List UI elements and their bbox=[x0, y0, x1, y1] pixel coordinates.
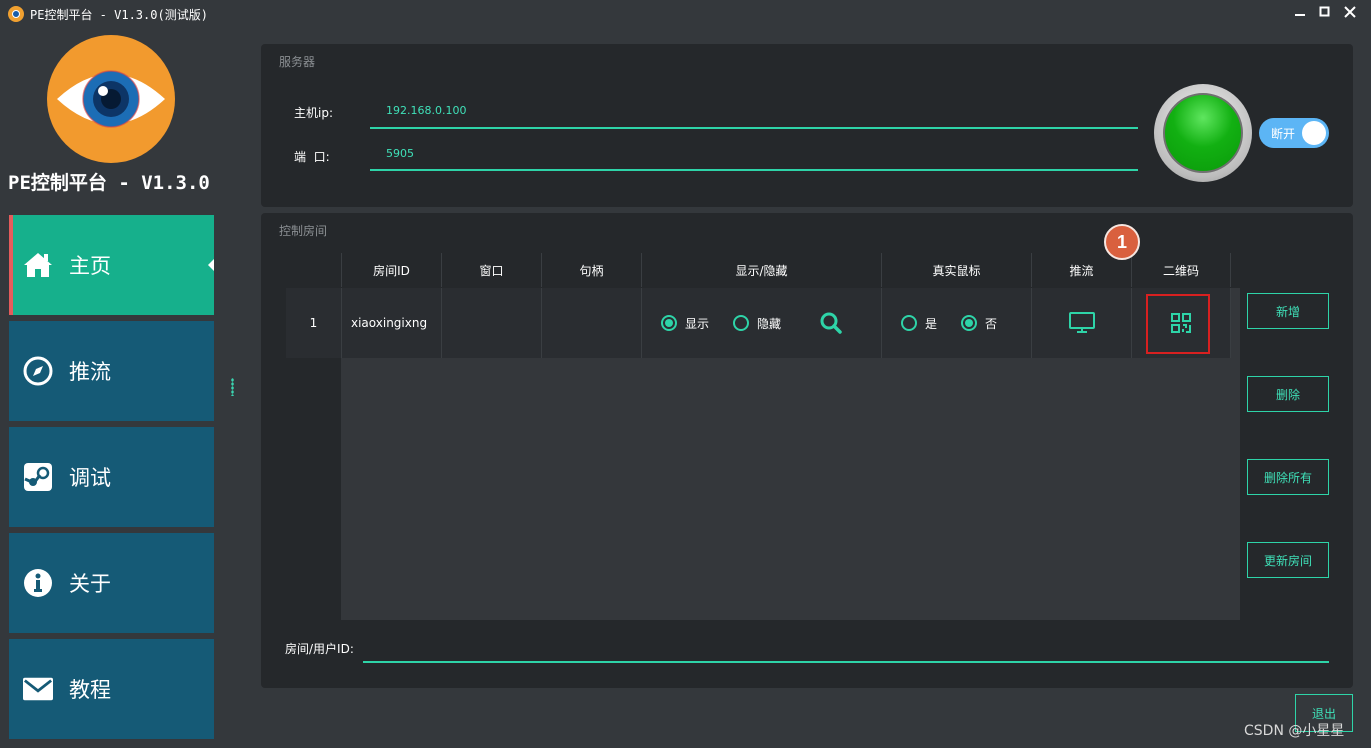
monitor-icon[interactable] bbox=[1068, 312, 1095, 334]
sidebar-item-label: 关于 bbox=[69, 572, 111, 596]
sidebar-item-home[interactable]: 主页 bbox=[9, 215, 214, 315]
column-header-handle: 句柄 bbox=[541, 253, 641, 287]
connection-toggle[interactable]: 断开 bbox=[1259, 118, 1329, 148]
info-icon bbox=[23, 568, 53, 598]
active-indicator bbox=[208, 259, 214, 271]
eye-logo bbox=[47, 35, 175, 163]
close-icon[interactable] bbox=[1340, 4, 1360, 24]
sidebar-item-label: 推流 bbox=[69, 360, 111, 384]
radio-mouse-yes-label: 是 bbox=[925, 316, 938, 331]
annotation-badge: 1 bbox=[1104, 224, 1140, 260]
column-header-real-mouse: 真实鼠标 bbox=[881, 253, 1031, 287]
toggle-knob bbox=[1302, 121, 1326, 145]
radio-mouse-no[interactable] bbox=[961, 315, 978, 331]
radio-mouse-yes[interactable] bbox=[901, 315, 917, 331]
host-label: 主机ip: bbox=[294, 106, 333, 120]
sidebar-item-tutorial[interactable]: 教程 bbox=[9, 639, 214, 739]
user-id-underline bbox=[363, 661, 1329, 663]
user-id-label: 房间/用户ID: bbox=[285, 642, 354, 656]
radio-hide-label: 隐藏 bbox=[757, 316, 782, 331]
eye-icon bbox=[8, 6, 24, 22]
radio-mouse-no-label: 否 bbox=[985, 316, 998, 331]
display-toggle-group: 显示 隐藏 bbox=[641, 288, 881, 358]
window-title: PE控制平台 - V1.3.0(测试版) bbox=[30, 7, 208, 22]
minimize-icon[interactable] bbox=[1290, 4, 1310, 24]
radio-show[interactable] bbox=[661, 315, 677, 331]
sidebar-item-label: 教程 bbox=[69, 678, 111, 702]
delete-all-button[interactable]: 删除所有 bbox=[1247, 459, 1329, 495]
port-input[interactable]: 5905 bbox=[386, 147, 414, 160]
rooms-panel-title: 控制房间 bbox=[279, 224, 328, 238]
stream-cell bbox=[1031, 288, 1131, 358]
brand-title: PE控制平台 - V1.3.0 bbox=[8, 172, 210, 194]
connection-status-light bbox=[1154, 84, 1252, 182]
add-button[interactable]: 新增 bbox=[1247, 293, 1329, 329]
row-index: 1 bbox=[309, 316, 318, 330]
sidebar-item-label: 主页 bbox=[69, 254, 111, 278]
port-label: 端 口: bbox=[294, 150, 330, 164]
home-icon bbox=[23, 250, 53, 280]
splitter-handle[interactable] bbox=[231, 378, 234, 396]
steam-icon bbox=[23, 462, 53, 492]
title-bar: PE控制平台 - V1.3.0(测试版) bbox=[0, 0, 1371, 28]
maximize-icon[interactable] bbox=[1315, 4, 1335, 24]
update-room-button[interactable]: 更新房间 bbox=[1247, 542, 1329, 578]
sidebar-item-debug[interactable]: 调试 bbox=[9, 427, 214, 527]
sidebar-item-about[interactable]: 关于 bbox=[9, 533, 214, 633]
row-window bbox=[441, 288, 541, 358]
sidebar-item-label: 调试 bbox=[69, 466, 111, 490]
mail-icon bbox=[23, 674, 53, 704]
delete-button[interactable]: 删除 bbox=[1247, 376, 1329, 412]
row-handle bbox=[541, 288, 641, 358]
column-header-room-id: 房间ID bbox=[341, 253, 441, 287]
column-header-qrcode: 二维码 bbox=[1131, 253, 1231, 287]
server-panel-title: 服务器 bbox=[279, 55, 316, 69]
port-input-underline bbox=[370, 169, 1138, 171]
radio-show-label: 显示 bbox=[685, 316, 710, 331]
watermark: CSDN @小星星 bbox=[1244, 723, 1345, 739]
mouse-toggle-group: 是 否 bbox=[881, 288, 1031, 358]
row-room-id: xiaoxingixng bbox=[341, 288, 441, 358]
radio-hide[interactable] bbox=[733, 315, 750, 331]
compass-icon bbox=[23, 356, 53, 386]
sidebar-item-stream[interactable]: 推流 bbox=[9, 321, 214, 421]
column-header-window: 窗口 bbox=[441, 253, 541, 287]
column-header-display: 显示/隐藏 bbox=[641, 253, 881, 287]
search-icon[interactable] bbox=[819, 311, 843, 335]
host-input[interactable]: 192.168.0.100 bbox=[386, 104, 466, 117]
highlight-box bbox=[1146, 294, 1210, 354]
host-input-underline bbox=[370, 127, 1138, 129]
toggle-label: 断开 bbox=[1271, 126, 1296, 141]
